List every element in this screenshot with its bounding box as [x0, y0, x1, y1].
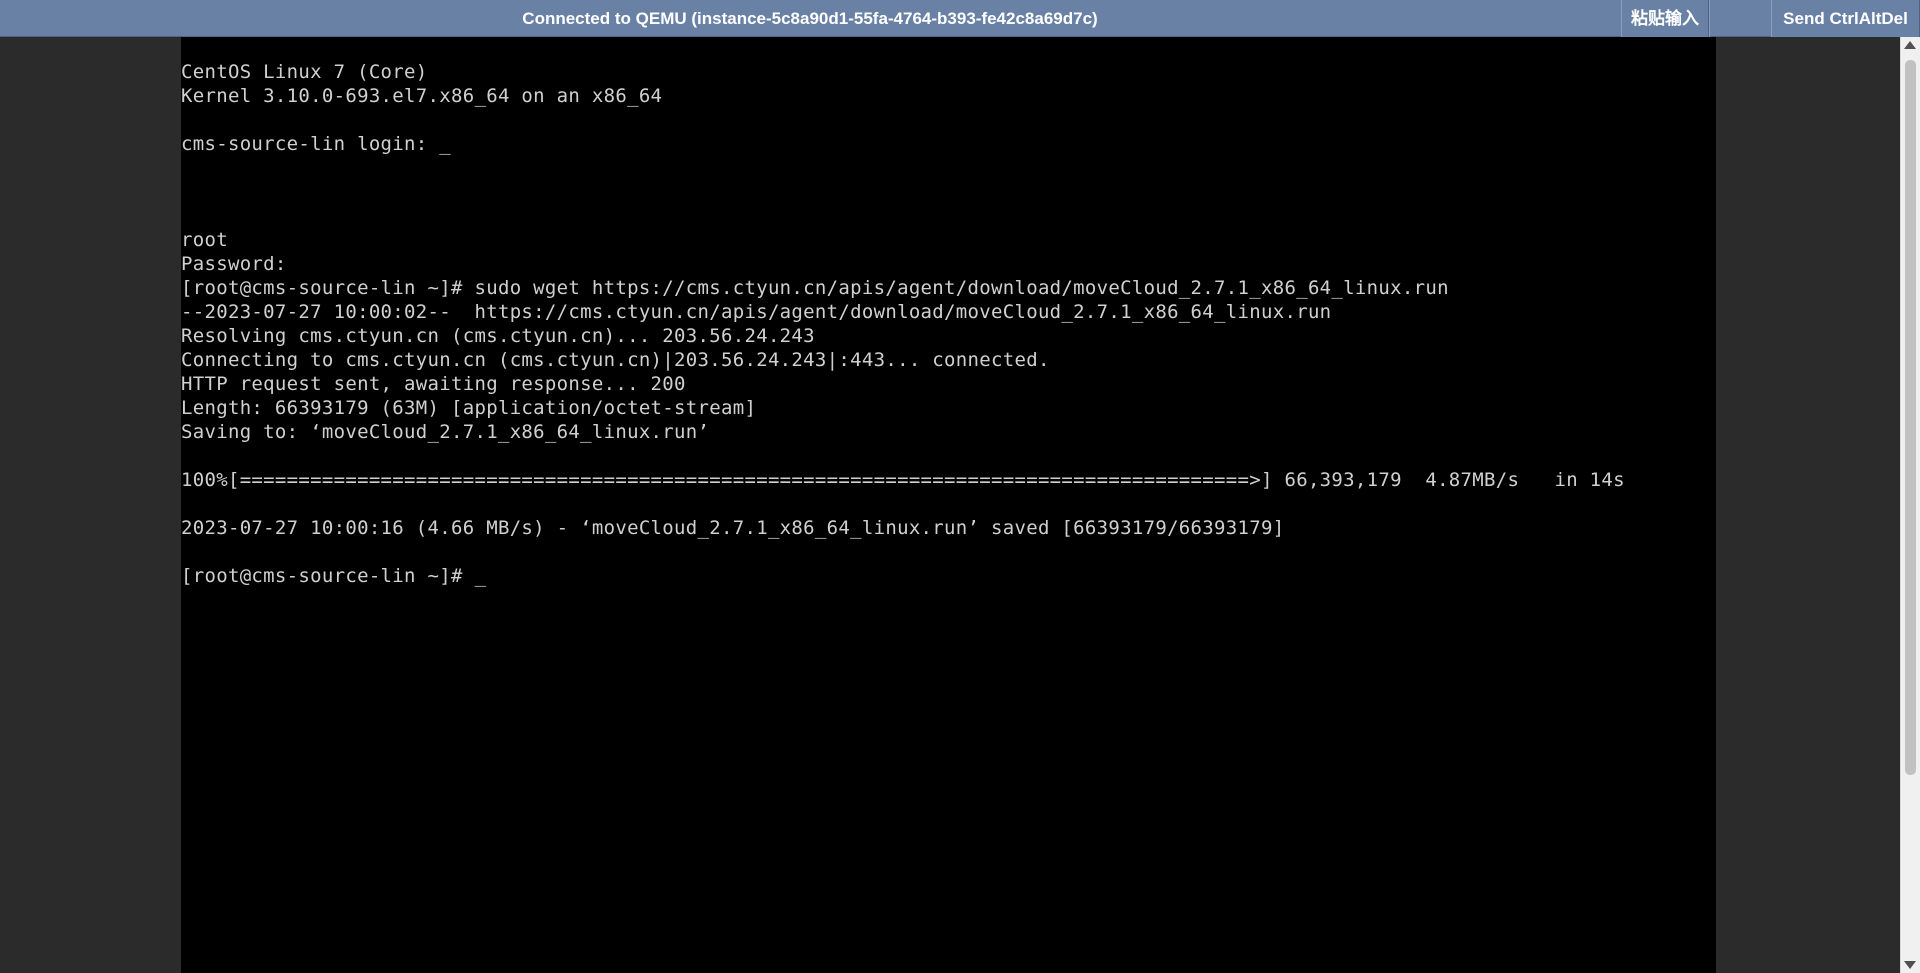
connection-status: Connected to QEMU (instance-5c8a90d1-55f…	[522, 9, 1098, 28]
console-line: 100%[===================================…	[181, 469, 1625, 491]
vertical-scrollbar[interactable]	[1900, 37, 1920, 973]
console-line: 2023-07-27 10:00:16 (4.66 MB/s) - ‘moveC…	[181, 517, 1285, 539]
console-line: Length: 66393179 (63M) [application/octe…	[181, 397, 757, 419]
console-line: Kernel 3.10.0-693.el7.x86_64 on an x86_6…	[181, 85, 663, 107]
console-output: CentOS Linux 7 (Core) Kernel 3.10.0-693.e…	[181, 60, 1625, 588]
console-line: root	[181, 229, 228, 251]
console-line: [root@cms-source-lin ~]# _	[181, 565, 487, 587]
console-line: Saving to: ‘moveCloud_2.7.1_x86_64_linux…	[181, 421, 710, 443]
console-line: HTTP request sent, awaiting response... …	[181, 373, 686, 395]
console-line: cms-source-lin login: _	[181, 133, 451, 155]
paste-input-button[interactable]: 粘贴输入	[1621, 0, 1709, 37]
console-line: Resolving cms.ctyun.cn (cms.ctyun.cn)...…	[181, 325, 815, 347]
scrollbar-thumb[interactable]	[1905, 60, 1916, 775]
console-line: CentOS Linux 7 (Core)	[181, 61, 428, 83]
connection-bar: Connected to QEMU (instance-5c8a90d1-55f…	[0, 0, 1920, 37]
console-line: Connecting to cms.ctyun.cn (cms.ctyun.cn…	[181, 349, 1050, 371]
toolbar-spacer	[1709, 0, 1771, 37]
console-line: Password:	[181, 253, 287, 275]
terminal-console[interactable]: CentOS Linux 7 (Core) Kernel 3.10.0-693.e…	[181, 37, 1716, 973]
scroll-down-arrow-icon[interactable]	[1904, 961, 1916, 969]
scroll-up-arrow-icon[interactable]	[1904, 41, 1916, 49]
vnc-viewport: CentOS Linux 7 (Core) Kernel 3.10.0-693.e…	[0, 37, 1900, 973]
send-ctrl-alt-del-button[interactable]: Send CtrlAltDel	[1771, 0, 1920, 37]
console-line: [root@cms-source-lin ~]# sudo wget https…	[181, 277, 1449, 299]
console-line: --2023-07-27 10:00:02-- https://cms.ctyu…	[181, 301, 1332, 323]
